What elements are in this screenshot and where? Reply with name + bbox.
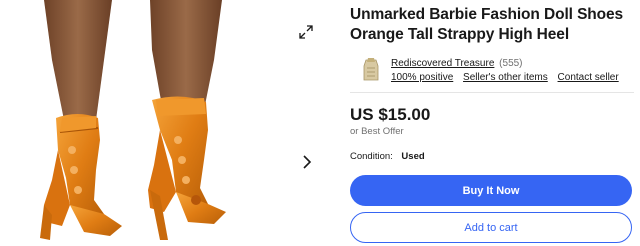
price: US $15.00 (350, 105, 431, 124)
listing-panel: Unmarked Barbie Fashion Doll Shoes Orang… (350, 0, 634, 246)
buy-it-now-button[interactable]: Buy It Now (350, 175, 632, 206)
seller-name-link[interactable]: Rediscovered Treasure (391, 58, 494, 69)
seller-feedback-count: (555) (499, 58, 523, 69)
best-offer-label: or Best Offer (350, 126, 404, 137)
seller-info: Rediscovered Treasure (555) 100% positiv… (358, 56, 634, 86)
seller-other-items-link[interactable]: Seller's other items (463, 72, 548, 83)
condition: Condition: Used (350, 151, 425, 163)
contact-seller-link[interactable]: Contact seller (558, 72, 619, 83)
expand-arrows-icon (299, 25, 313, 39)
listing-title: Unmarked Barbie Fashion Doll Shoes Orang… (350, 6, 624, 43)
seller-positive-link[interactable]: 100% positive (391, 72, 453, 83)
image-gallery (0, 0, 335, 246)
condition-label: Condition: (350, 151, 393, 162)
product-image[interactable] (0, 0, 300, 246)
expand-image-button[interactable] (296, 22, 316, 42)
next-image-button[interactable] (298, 150, 316, 174)
divider (350, 92, 634, 93)
add-to-cart-button[interactable]: Add to cart (350, 212, 632, 243)
condition-value: Used (401, 151, 425, 162)
chevron-right-icon (303, 155, 312, 169)
seller-avatar[interactable] (358, 56, 384, 84)
